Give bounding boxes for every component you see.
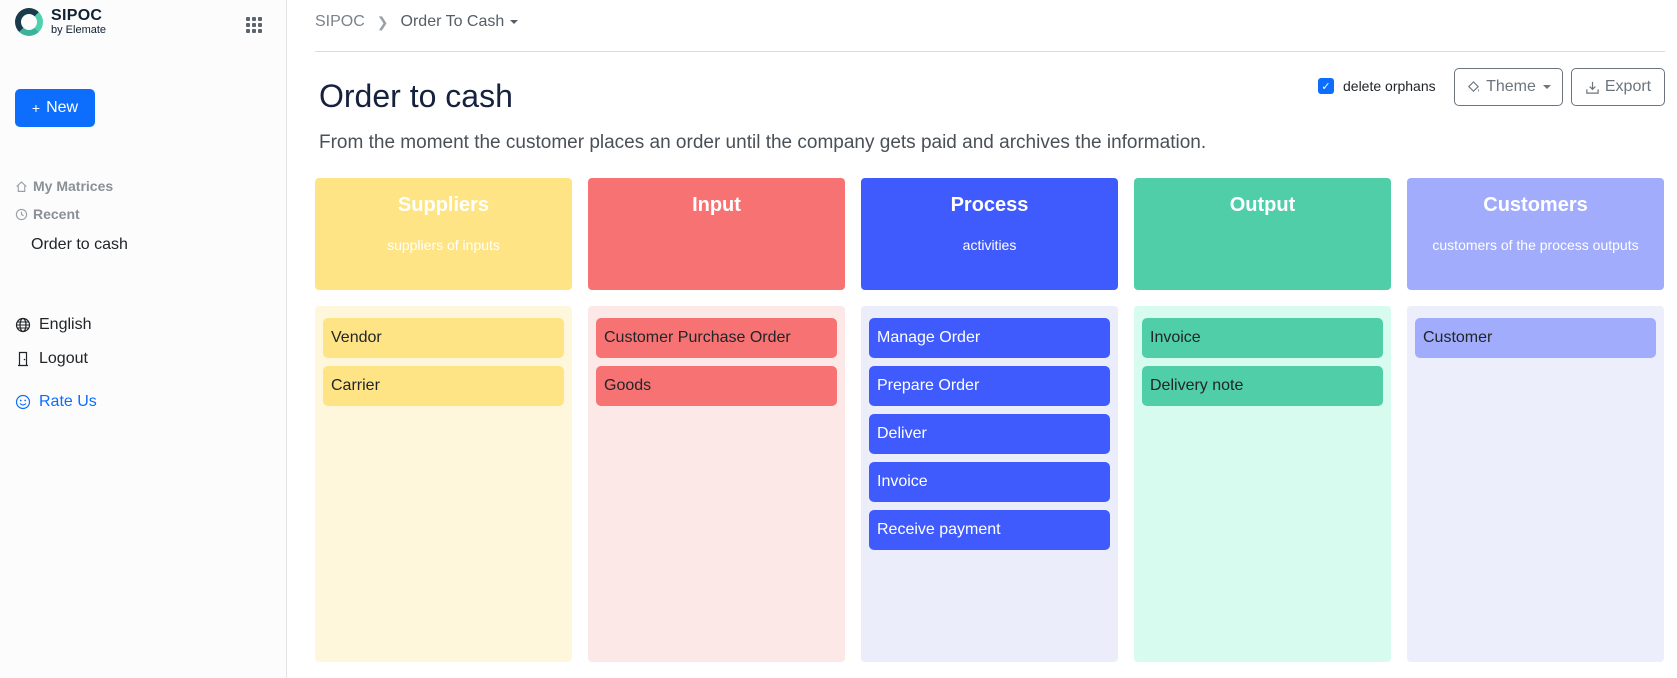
caret-down-icon [1542, 85, 1551, 89]
paint-bucket-icon [1468, 80, 1480, 92]
caret-down-icon [510, 20, 519, 24]
column-body-customers: Customer [1407, 306, 1664, 662]
card-item[interactable]: Goods [596, 366, 837, 406]
column-body-output: Invoice Delivery note [1134, 306, 1391, 662]
column-subtitle: customers of the process outputs [1432, 237, 1639, 253]
card-item[interactable]: Manage Order [869, 318, 1110, 358]
globe-icon [15, 317, 31, 333]
logout-button[interactable]: Logout [15, 350, 88, 368]
column-header-customers[interactable]: Customers customers of the process outpu… [1407, 178, 1664, 290]
card-item[interactable]: Deliver [869, 414, 1110, 454]
smiley-icon [15, 394, 31, 410]
export-label: Export [1604, 78, 1652, 95]
delete-orphans-label: delete orphans [1343, 78, 1436, 94]
nav-recent: Recent [15, 206, 80, 222]
column-header-output[interactable]: Output [1134, 178, 1391, 290]
plus-icon: + [31, 100, 41, 116]
card-item[interactable]: Delivery note [1142, 366, 1383, 406]
card-item[interactable]: Receive payment [869, 510, 1110, 550]
clock-icon [15, 208, 28, 220]
column-subtitle: activities [962, 237, 1017, 253]
column-title: Input [692, 194, 741, 216]
recent-item-order-to-cash[interactable]: Order to cash [31, 236, 128, 254]
column-body-input: Customer Purchase Order Goods [588, 306, 845, 662]
download-icon [1586, 81, 1599, 94]
theme-button[interactable]: Theme [1454, 68, 1563, 106]
rate-us-label: Rate Us [39, 393, 97, 410]
app-subtitle: by Elemate [51, 24, 107, 36]
card-item[interactable]: Invoice [869, 462, 1110, 502]
door-icon [18, 351, 28, 367]
apps-grid-icon[interactable] [246, 17, 262, 33]
delete-orphans-checkbox[interactable]: ✓ [1318, 78, 1334, 94]
column-header-suppliers[interactable]: Suppliers suppliers of inputs [315, 178, 572, 290]
column-body-process: Manage Order Prepare Order Deliver Invoi… [861, 306, 1118, 662]
nav-my-matrices[interactable]: My Matrices [15, 178, 113, 194]
logout-label: Logout [39, 350, 88, 367]
new-button-label: New [46, 99, 79, 116]
chevron-right-icon: ❯ [376, 13, 389, 30]
language-selector[interactable]: English [15, 316, 91, 334]
column-header-process[interactable]: Process activities [861, 178, 1118, 290]
page-title: Order to cash [319, 78, 513, 114]
rate-us-link[interactable]: Rate Us [15, 393, 97, 411]
app-title: SIPOC [51, 7, 103, 24]
column-title: Customers [1483, 194, 1588, 216]
language-label: English [39, 316, 92, 333]
theme-label: Theme [1486, 78, 1536, 95]
header-divider [315, 51, 1665, 52]
card-item[interactable]: Customer Purchase Order [596, 318, 837, 358]
delete-orphans-option: ✓ delete orphans [1318, 78, 1436, 94]
breadcrumb-current-label: Order To Cash [400, 13, 505, 30]
export-button[interactable]: Export [1571, 68, 1665, 106]
card-item[interactable]: Invoice [1142, 318, 1383, 358]
column-header-input[interactable]: Input [588, 178, 845, 290]
breadcrumb: SIPOC ❯ Order To Cash [315, 13, 519, 31]
sidebar: SIPOC by Elemate + New My Matrices Recen… [0, 0, 287, 678]
breadcrumb-current-dropdown[interactable]: Order To Cash [401, 13, 519, 31]
card-item[interactable]: Customer [1415, 318, 1656, 358]
card-item[interactable]: Prepare Order [869, 366, 1110, 406]
page-description: From the moment the customer places an o… [319, 132, 1207, 153]
card-item[interactable]: Carrier [323, 366, 564, 406]
nav-my-matrices-label: My Matrices [33, 178, 114, 194]
column-title: Suppliers [397, 194, 490, 216]
column-title: Output [1229, 194, 1296, 216]
logo-icon [15, 8, 43, 36]
nav-recent-label: Recent [33, 206, 80, 222]
breadcrumb-root[interactable]: SIPOC [315, 13, 365, 31]
column-title: Process [950, 194, 1029, 216]
new-button[interactable]: + New [15, 89, 95, 127]
card-item[interactable]: Vendor [323, 318, 564, 358]
home-icon [16, 180, 27, 192]
column-subtitle: suppliers of inputs [387, 237, 500, 253]
column-body-suppliers: Vendor Carrier [315, 306, 572, 662]
app-logo[interactable]: SIPOC by Elemate [15, 8, 106, 36]
